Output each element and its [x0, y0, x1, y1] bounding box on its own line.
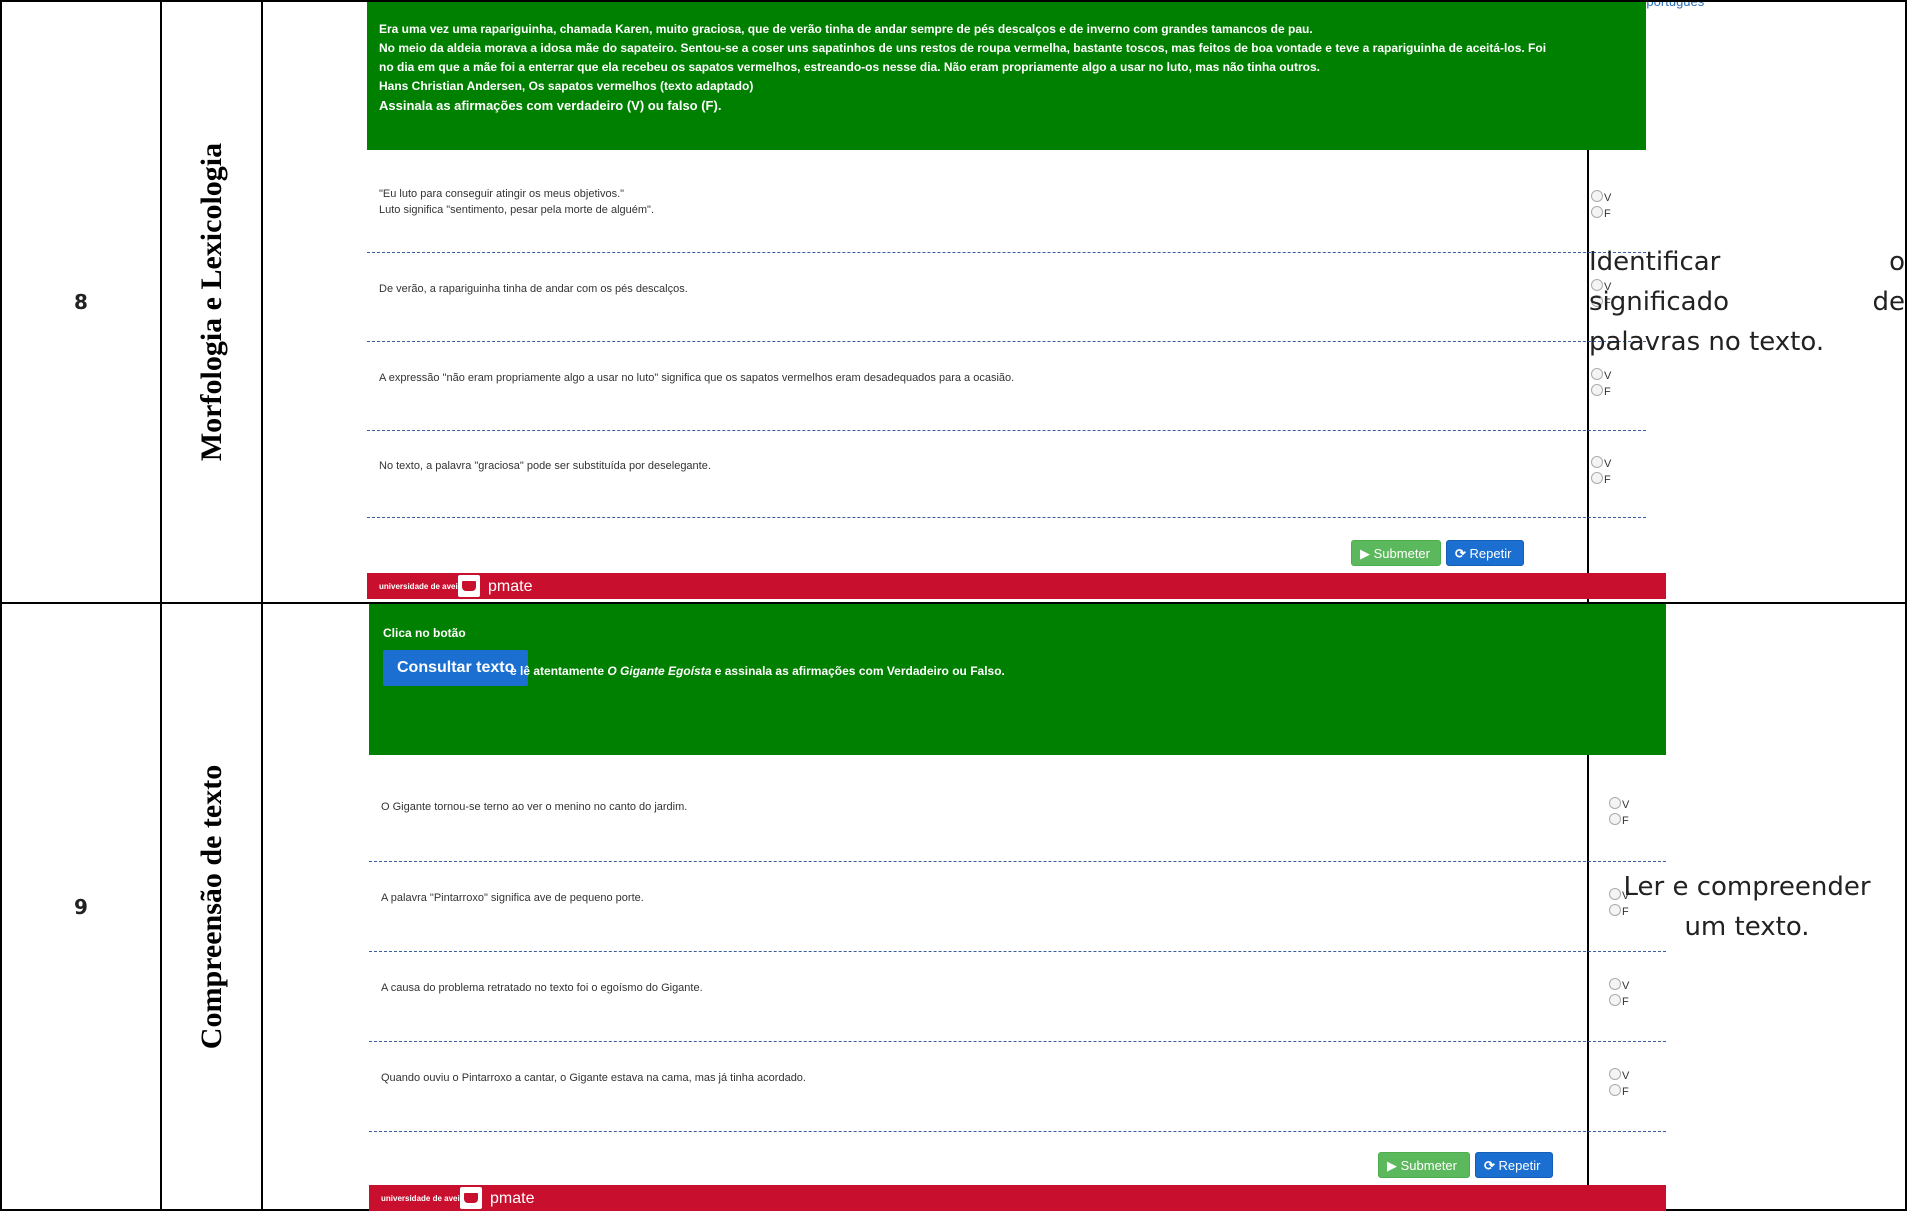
question-text: "Eu luto para conseguir atingir os meus …: [379, 188, 625, 200]
question-text: A causa do problema retratado no texto f…: [381, 982, 703, 994]
goal-cell: Identificar o significado de palavras no…: [1587, 0, 1907, 604]
university-logo-icon: [460, 1187, 482, 1209]
question-item: A causa do problema retratado no texto f…: [369, 952, 1666, 1042]
domain-label: Compreensão de texto: [194, 764, 228, 1049]
table-row: 8 Morfologia e Lexicologia Era uma vez u…: [0, 0, 1907, 604]
question-item: No texto, a palavra "graciosa" pode ser …: [367, 431, 1646, 518]
brand-label: pmate: [488, 578, 533, 595]
question-item: A expressão "não eram propriamente algo …: [367, 342, 1646, 431]
refresh-icon: ⟳: [1484, 1158, 1495, 1173]
question-text-2: Luto significa "sentimento, pesar pela m…: [379, 204, 655, 216]
goal-cell: Ler e compreender um texto.: [1587, 602, 1907, 1211]
table-row: 9 Compreensão de texto Clica no botão Co…: [0, 602, 1907, 1211]
university-label: universidade de aveiro: [381, 1194, 468, 1203]
exercise-intro: Era uma vez uma rapariguinha, chamada Ka…: [367, 2, 1646, 150]
question-item: Quando ouviu o Pintarroxo a cantar, o Gi…: [369, 1042, 1666, 1132]
instruction: Assinala as afirmações com verdadeiro (V…: [379, 98, 722, 113]
exercise-widget: Clica no botão Consultar texto e lê aten…: [261, 602, 1666, 1211]
question-item: De verão, a rapariguinha tinha de andar …: [367, 253, 1646, 342]
repeat-button[interactable]: ⟳ Repetir: [1475, 1152, 1553, 1178]
goal-text: Ler e compreender um texto.: [1623, 871, 1871, 942]
exercise-intro: Clica no botão Consultar texto e lê aten…: [369, 604, 1666, 755]
consult-text-button[interactable]: Consultar texto: [383, 650, 529, 686]
university-logo-icon: [458, 575, 480, 597]
footer-bar: universidade de aveiro pmate: [367, 573, 1666, 599]
row-number: 9: [0, 602, 162, 1211]
source-line: Hans Christian Andersen, Os sapatos verm…: [379, 79, 754, 93]
play-icon: ▶: [1387, 1158, 1397, 1173]
question-item: A palavra "Pintarroxo" significa ave de …: [369, 862, 1666, 952]
question-text: O Gigante tornou-se terno ao ver o menin…: [381, 801, 688, 813]
question-text: De verão, a rapariguinha tinha de andar …: [379, 283, 688, 295]
exercise-widget: Era uma vez uma rapariguinha, chamada Ka…: [261, 0, 1666, 604]
repeat-button[interactable]: ⟳ Repetir: [1446, 540, 1524, 566]
domain-cell: Compreensão de texto: [160, 602, 263, 1211]
brand-label: pmate: [490, 1190, 535, 1207]
university-label: universidade de aveiro: [379, 582, 466, 591]
activities-table: 8 Morfologia e Lexicologia Era uma vez u…: [0, 0, 1907, 1211]
question-text: A palavra "Pintarroxo" significa ave de …: [381, 892, 644, 904]
submit-button[interactable]: ▶ Submeter: [1351, 540, 1441, 566]
footer-bar: universidade de aveiro pmate: [369, 1185, 1666, 1211]
question-text: Quando ouviu o Pintarroxo a cantar, o Gi…: [381, 1072, 806, 1084]
row-number: 8: [0, 0, 162, 604]
refresh-icon: ⟳: [1455, 546, 1466, 561]
play-icon: ▶: [1360, 546, 1370, 561]
submit-button[interactable]: ▶ Submeter: [1378, 1152, 1470, 1178]
question-item: "Eu luto para conseguir atingir os meus …: [367, 152, 1646, 253]
goal-text: Identificar o significado de palavras no…: [1589, 247, 1905, 357]
question-text: A expressão "não eram propriamente algo …: [379, 372, 1015, 384]
question-text: No texto, a palavra "graciosa" pode ser …: [379, 460, 711, 472]
domain-label: Morfologia e Lexicologia: [194, 142, 228, 462]
question-item: O Gigante tornou-se terno ao ver o menin…: [369, 756, 1666, 862]
click-instruction: Clica no botão: [383, 626, 466, 640]
domain-cell: Morfologia e Lexicologia: [160, 0, 263, 604]
